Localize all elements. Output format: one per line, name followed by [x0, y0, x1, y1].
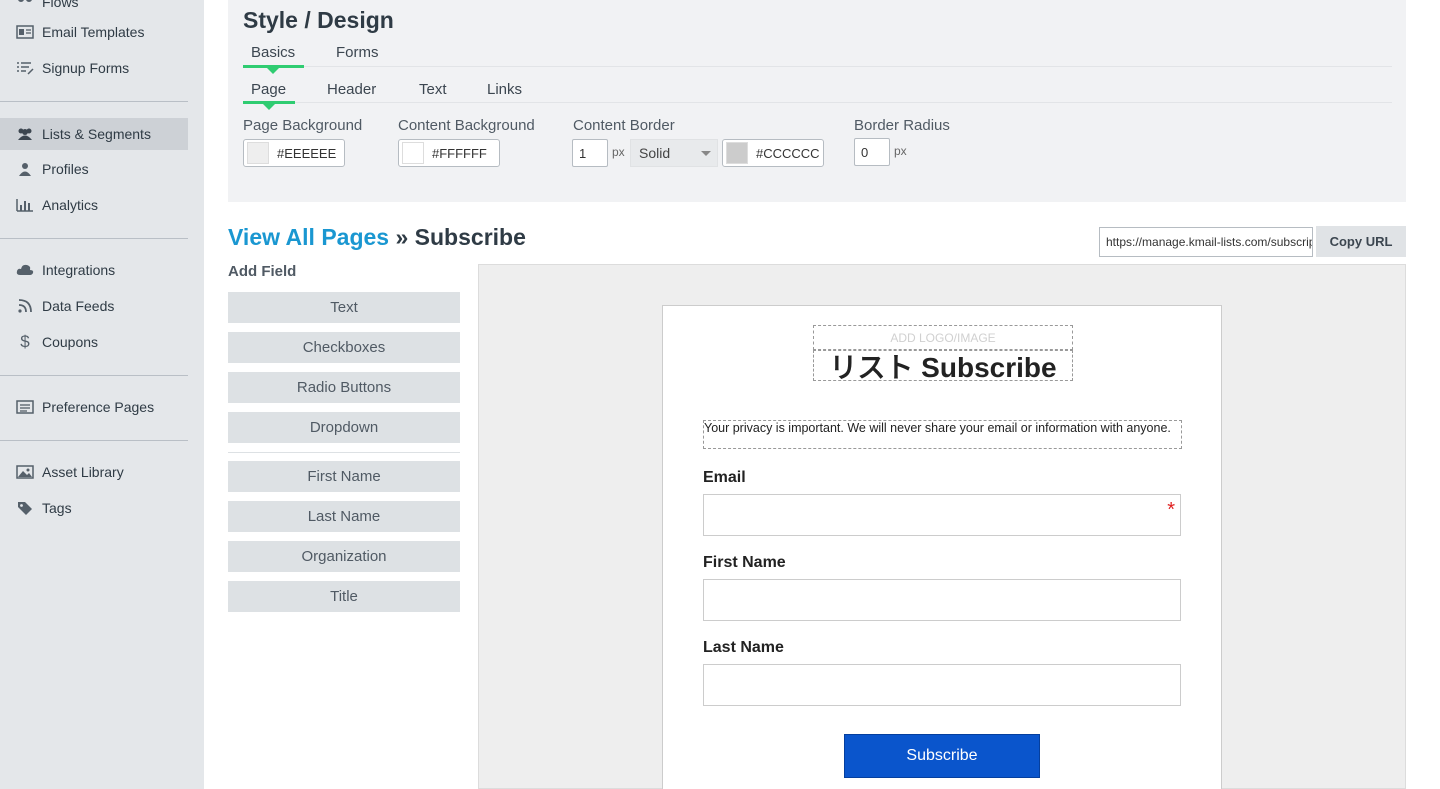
sidebar-item-preference-pages[interactable]: Preference Pages: [0, 391, 204, 423]
email-template-icon: [16, 24, 34, 40]
dollar-icon: $: [20, 332, 30, 351]
sidebar-item-asset-library[interactable]: Asset Library: [0, 456, 204, 488]
tab-active-caret: [267, 68, 279, 74]
style-design-panel: Style / Design Basics Forms Page Header …: [228, 0, 1406, 202]
sidebar-divider: [0, 238, 188, 239]
sidebar-item-label: Email Templates: [42, 24, 145, 40]
color-swatch[interactable]: [247, 142, 269, 164]
sidebar-item-tags[interactable]: Tags: [0, 492, 204, 524]
content-background-label: Content Background: [398, 117, 535, 134]
panel-title: Style / Design: [243, 7, 394, 33]
add-checkboxes-button[interactable]: Checkboxes: [228, 332, 460, 363]
content-border-style-value: Solid: [639, 145, 671, 161]
add-organization-button[interactable]: Organization: [228, 541, 460, 572]
sidebar-item-label: Tags: [42, 500, 72, 516]
sidebar-item-label: Lists & Segments: [42, 126, 151, 142]
bar-chart-icon: [16, 197, 34, 213]
tab-basics[interactable]: Basics: [251, 44, 295, 61]
sidebar-item-label: Profiles: [42, 161, 89, 177]
sidebar: Flows Email Templates Signup Forms Lists…: [0, 0, 204, 789]
rss-icon: [16, 298, 34, 314]
content-border-style-select[interactable]: Solid: [630, 139, 718, 167]
subtab-header[interactable]: Header: [327, 81, 376, 98]
sidebar-item-label: Integrations: [42, 262, 116, 278]
sidebar-item-lists-segments[interactable]: Lists & Segments: [0, 118, 188, 150]
breadcrumb-current: Subscribe: [414, 224, 526, 250]
tag-icon: [16, 500, 34, 516]
email-field[interactable]: *: [703, 494, 1181, 536]
last-name-label: Last Name: [703, 639, 784, 656]
add-last-name-button[interactable]: Last Name: [228, 501, 460, 532]
content-border-label: Content Border: [573, 117, 675, 134]
sidebar-divider: [0, 101, 188, 102]
sidebar-item-data-feeds[interactable]: Data Feeds: [0, 290, 204, 322]
content-background-field[interactable]: #FFFFFF: [398, 139, 500, 167]
border-radius-label: Border Radius: [854, 117, 950, 134]
first-name-field[interactable]: [703, 579, 1181, 621]
add-radio-buttons-button[interactable]: Radio Buttons: [228, 372, 460, 403]
sidebar-item-coupons[interactable]: $ Coupons: [0, 326, 204, 358]
add-dropdown-button[interactable]: Dropdown: [228, 412, 460, 443]
border-radius-input[interactable]: 0: [854, 138, 890, 166]
subtab-divider: [295, 102, 1392, 103]
page-background-value: #EEEEEE: [277, 145, 337, 161]
form-preview-card: ADD LOGO/IMAGE リスト Subscribe Your privac…: [662, 305, 1222, 789]
subtab-text[interactable]: Text: [419, 81, 447, 98]
chevron-down-icon: [701, 151, 711, 156]
sidebar-item-label: Preference Pages: [42, 399, 155, 415]
signup-forms-icon: [16, 60, 34, 76]
person-icon: [16, 161, 34, 177]
sidebar-item-email-templates[interactable]: Email Templates: [0, 16, 204, 48]
subtab-links[interactable]: Links: [487, 81, 522, 98]
sidebar-divider: [0, 440, 188, 441]
color-swatch[interactable]: [726, 142, 748, 164]
page-url-field[interactable]: https://manage.kmail-lists.com/subscript…: [1099, 227, 1313, 257]
cloud-icon: [16, 262, 34, 278]
form-heading[interactable]: リスト Subscribe: [813, 350, 1073, 383]
last-name-field[interactable]: [703, 664, 1181, 706]
sidebar-item-label: Flows: [42, 0, 79, 10]
sidebar-divider: [0, 375, 188, 376]
subtab-active-caret: [263, 104, 275, 110]
image-icon: [16, 464, 34, 480]
sidebar-item-label: Coupons: [42, 334, 99, 350]
add-first-name-button[interactable]: First Name: [228, 461, 460, 492]
tab-divider: [304, 66, 1392, 67]
add-title-button[interactable]: Title: [228, 581, 460, 612]
breadcrumb-separator: »: [395, 224, 409, 250]
list-page-icon: [16, 399, 34, 415]
tab-forms[interactable]: Forms: [336, 44, 379, 61]
sidebar-item-label: Analytics: [42, 197, 99, 213]
sidebar-item-integrations[interactable]: Integrations: [0, 254, 204, 286]
color-swatch[interactable]: [402, 142, 424, 164]
subscribe-button[interactable]: Subscribe: [844, 734, 1040, 778]
content-border-color-value: #CCCCCC: [756, 145, 820, 161]
subtab-page[interactable]: Page: [251, 81, 286, 98]
content-border-unit: px: [612, 145, 625, 159]
sidebar-item-analytics[interactable]: Analytics: [0, 189, 204, 221]
sidebar-item-profiles[interactable]: Profiles: [0, 153, 204, 185]
content-border-width-input[interactable]: 1: [572, 139, 608, 167]
border-radius-unit: px: [894, 144, 907, 158]
privacy-text[interactable]: Your privacy is important. We will never…: [703, 420, 1182, 449]
content-background-value: #FFFFFF: [432, 145, 487, 161]
add-text-field-button[interactable]: Text: [228, 292, 460, 323]
flows-icon: [16, 0, 34, 10]
copy-url-button[interactable]: Copy URL: [1316, 226, 1406, 257]
breadcrumb: View All Pages » Subscribe: [228, 224, 526, 251]
view-all-pages-link[interactable]: View All Pages: [228, 224, 389, 250]
sidebar-item-label: Data Feeds: [42, 298, 115, 314]
email-label: Email: [703, 469, 746, 486]
required-marker: *: [1167, 499, 1175, 521]
add-field-divider: [228, 452, 460, 453]
page-background-field[interactable]: #EEEEEE: [243, 139, 345, 167]
sidebar-item-signup-forms[interactable]: Signup Forms: [0, 52, 204, 84]
sidebar-item-label: Asset Library: [42, 464, 124, 480]
users-icon: [16, 126, 34, 142]
add-field-title: Add Field: [228, 263, 297, 280]
page-background-label: Page Background: [243, 117, 363, 134]
content-border-color-field[interactable]: #CCCCCC: [722, 139, 824, 167]
first-name-label: First Name: [703, 554, 786, 571]
sidebar-item-label: Signup Forms: [42, 60, 130, 76]
